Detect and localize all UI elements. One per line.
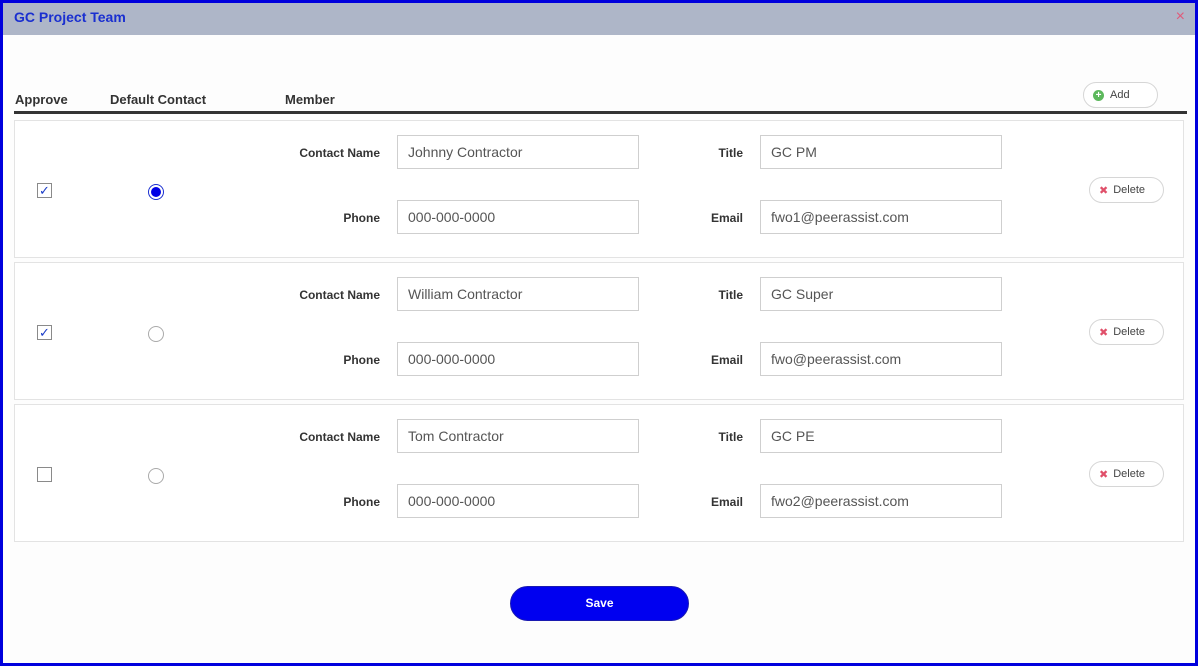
- contact-name-label: Contact Name: [299, 288, 380, 302]
- dialog-titlebar: GC Project Team ×: [3, 3, 1195, 35]
- dialog-title: GC Project Team: [14, 9, 126, 25]
- contact-name-input[interactable]: [397, 135, 639, 169]
- title-input[interactable]: [760, 419, 1002, 453]
- delete-x-icon: ✖: [1099, 326, 1109, 339]
- title-input[interactable]: [760, 135, 1002, 169]
- column-header-approve: Approve: [15, 92, 68, 107]
- column-header-default-contact: Default Contact: [110, 92, 207, 107]
- delete-button-label: Delete: [1113, 326, 1146, 338]
- member-row-1: ✓ Contact Name Title Phone Email ✖ Delet…: [14, 120, 1184, 258]
- default-contact-radio[interactable]: [148, 468, 164, 484]
- check-mark: ✓: [39, 325, 50, 340]
- delete-member-button[interactable]: ✖ Delete: [1089, 461, 1164, 487]
- delete-x-icon: ✖: [1099, 184, 1109, 197]
- approve-checkbox[interactable]: [37, 467, 52, 482]
- delete-member-button[interactable]: ✖ Delete: [1089, 177, 1164, 203]
- phone-label: Phone: [343, 353, 380, 367]
- add-member-button[interactable]: + Add: [1083, 82, 1158, 108]
- contact-name-input[interactable]: [397, 419, 639, 453]
- email-label: Email: [710, 211, 743, 225]
- phone-input[interactable]: [397, 484, 639, 518]
- title-input[interactable]: [760, 277, 1002, 311]
- delete-button-label: Delete: [1113, 468, 1146, 480]
- contact-name-label: Contact Name: [299, 430, 380, 444]
- delete-x-icon: ✖: [1099, 468, 1109, 481]
- member-row-2: ✓ Contact Name Title Phone Email ✖ Delet…: [14, 262, 1184, 400]
- default-contact-radio[interactable]: [148, 184, 164, 200]
- title-label: Title: [718, 288, 743, 302]
- member-row-3: Contact Name Title Phone Email ✖ Delete: [14, 404, 1184, 542]
- phone-input[interactable]: [397, 200, 639, 234]
- email-input[interactable]: [760, 484, 1002, 518]
- plus-circle-icon: +: [1093, 89, 1104, 101]
- approve-checkbox[interactable]: ✓: [37, 183, 52, 198]
- title-label: Title: [718, 146, 743, 160]
- title-label: Title: [718, 430, 743, 444]
- email-input[interactable]: [760, 342, 1002, 376]
- delete-button-label: Delete: [1113, 184, 1146, 196]
- column-header-member: Member: [285, 92, 335, 107]
- email-label: Email: [710, 495, 743, 509]
- save-button[interactable]: Save: [510, 586, 689, 621]
- phone-label: Phone: [343, 495, 380, 509]
- phone-label: Phone: [343, 211, 380, 225]
- default-contact-radio[interactable]: [148, 326, 164, 342]
- phone-input[interactable]: [397, 342, 639, 376]
- check-mark: ✓: [39, 183, 50, 198]
- close-icon[interactable]: ×: [1176, 9, 1185, 25]
- contact-name-input[interactable]: [397, 277, 639, 311]
- add-button-label: Add: [1110, 89, 1130, 101]
- header-divider: [14, 111, 1187, 114]
- gc-project-team-dialog: GC Project Team × Approve Default Contac…: [0, 0, 1198, 666]
- contact-name-label: Contact Name: [299, 146, 380, 160]
- email-label: Email: [710, 353, 743, 367]
- delete-member-button[interactable]: ✖ Delete: [1089, 319, 1164, 345]
- email-input[interactable]: [760, 200, 1002, 234]
- approve-checkbox[interactable]: ✓: [37, 325, 52, 340]
